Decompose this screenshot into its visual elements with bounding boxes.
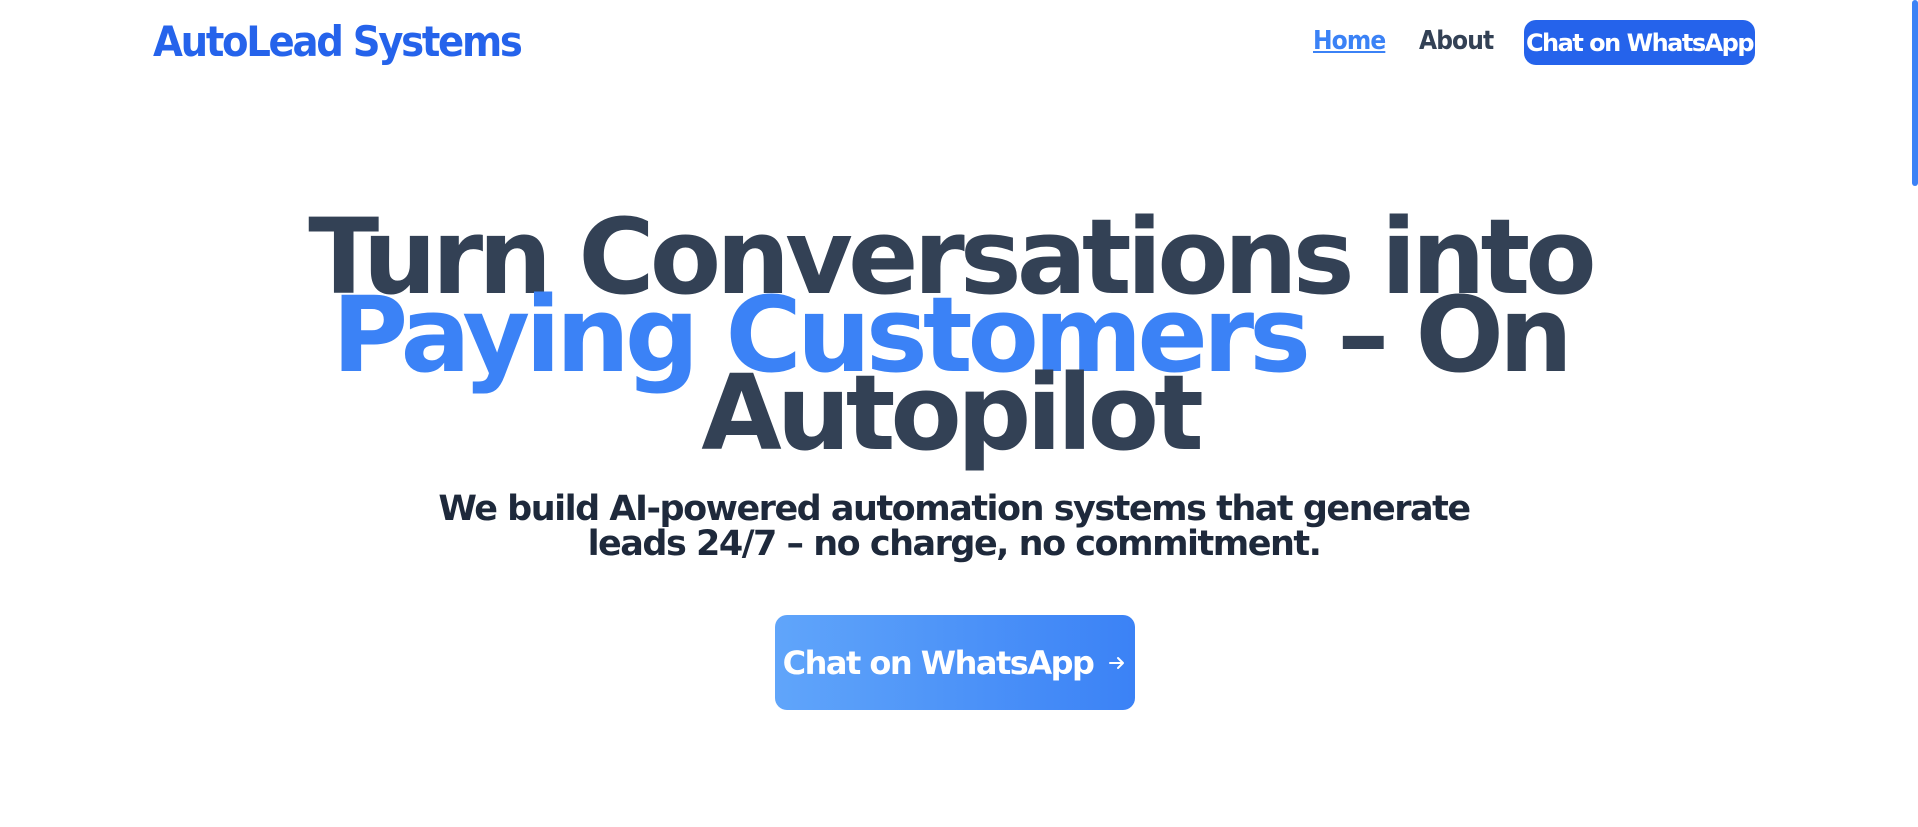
nav-link-about[interactable]: About	[1419, 24, 1494, 58]
nav-link-home[interactable]: Home	[1313, 24, 1386, 58]
page: AutoLead Systems Home About Chat on What…	[0, 0, 1918, 827]
header-whatsapp-button-label: Chat on WhatsApp	[1525, 28, 1755, 57]
hero-title: Turn Conversations into Paying Customers…	[0, 205, 1900, 474]
arrow-right-icon	[1109, 656, 1125, 669]
header-whatsapp-button[interactable]: Chat on WhatsApp	[1524, 20, 1755, 65]
scrollbar-thumb[interactable]	[1912, 0, 1918, 186]
hero-whatsapp-button-label: Chat on WhatsApp	[782, 643, 1095, 682]
hero-subtitle: We build AI-powered automation systems t…	[0, 492, 1908, 562]
hero-title-line-3: Autopilot	[701, 352, 1204, 474]
site-header: AutoLead Systems Home About Chat on What…	[0, 0, 1900, 86]
hero-whatsapp-button[interactable]: Chat on WhatsApp	[775, 615, 1135, 710]
logo[interactable]: AutoLead Systems	[153, 16, 523, 68]
scrollbar[interactable]	[1900, 0, 1918, 827]
hero-subtitle-line-1: We build AI-powered automation systems t…	[438, 489, 1471, 529]
hero-subtitle-line-2: leads 24/7 – no charge, no commitment.	[587, 524, 1322, 564]
hero-title-line-2-rest: – On	[1306, 274, 1573, 396]
